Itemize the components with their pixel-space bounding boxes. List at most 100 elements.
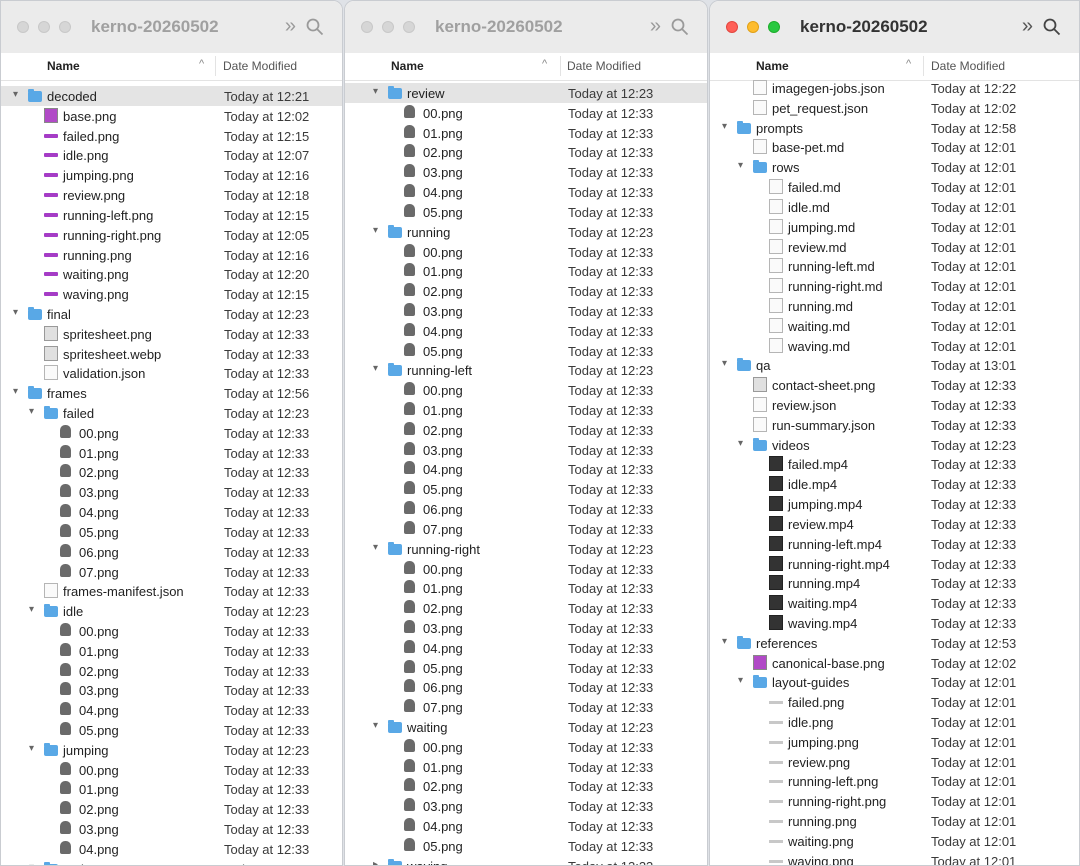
file-row[interactable]: waiting.png Today at 12:01	[710, 831, 1079, 851]
file-row[interactable]: 05.png Today at 12:33	[345, 341, 707, 361]
file-row[interactable]: running.mp4 Today at 12:33	[710, 573, 1079, 593]
folder-row[interactable]: ▾ frames Today at 12:56	[1, 383, 342, 403]
file-row[interactable]: running-right.mp4 Today at 12:33	[710, 554, 1079, 574]
file-row[interactable]: idle.png Today at 12:07	[1, 145, 342, 165]
disclosure-expanded-icon[interactable]: ▾	[722, 358, 732, 369]
disclosure-expanded-icon[interactable]: ▾	[373, 363, 383, 374]
file-row[interactable]: 03.png Today at 12:33	[345, 440, 707, 460]
file-row[interactable]: spritesheet.png Today at 12:33	[1, 324, 342, 344]
file-row[interactable]: running.png Today at 12:16	[1, 245, 342, 265]
file-row[interactable]: running-left.png Today at 12:15	[1, 205, 342, 225]
column-divider[interactable]	[215, 56, 216, 76]
zoom-window-icon[interactable]	[403, 21, 415, 33]
file-row[interactable]: 04.png Today at 12:33	[345, 816, 707, 836]
file-row[interactable]: 04.png Today at 12:33	[345, 638, 707, 658]
file-row[interactable]: frames-manifest.json Today at 12:33	[1, 581, 342, 601]
file-row[interactable]: 00.png Today at 12:33	[345, 559, 707, 579]
toolbar-overflow-icon[interactable]: »	[285, 15, 296, 38]
file-row[interactable]: 02.png Today at 12:33	[345, 420, 707, 440]
file-row[interactable]: 06.png Today at 12:33	[1, 542, 342, 562]
file-row[interactable]: 02.png Today at 12:33	[345, 281, 707, 301]
file-row[interactable]: 01.png Today at 12:33	[1, 779, 342, 799]
file-row[interactable]: 01.png Today at 12:33	[1, 443, 342, 463]
file-row[interactable]: 00.png Today at 12:33	[345, 242, 707, 262]
file-row[interactable]: 00.png Today at 12:33	[1, 760, 342, 780]
close-window-icon[interactable]	[361, 21, 373, 33]
file-row[interactable]: 03.png Today at 12:33	[345, 301, 707, 321]
folder-row[interactable]: ▾ failed Today at 12:23	[1, 403, 342, 423]
file-row[interactable]: 05.png Today at 12:33	[345, 479, 707, 499]
minimize-window-icon[interactable]	[38, 21, 50, 33]
file-row[interactable]: jumping.mp4 Today at 12:33	[710, 494, 1079, 514]
file-row[interactable]: contact-sheet.png Today at 12:33	[710, 375, 1079, 395]
folder-row[interactable]: ▾ review Today at 12:23	[1, 859, 342, 865]
folder-row[interactable]: ▾ review Today at 12:23	[345, 83, 707, 103]
file-row[interactable]: failed.png Today at 12:01	[710, 692, 1079, 712]
file-row[interactable]: 07.png Today at 12:33	[345, 519, 707, 539]
file-row[interactable]: 03.png Today at 12:33	[1, 482, 342, 502]
disclosure-expanded-icon[interactable]: ▾	[373, 720, 383, 731]
file-row[interactable]: 04.png Today at 12:33	[1, 700, 342, 720]
disclosure-collapsed-icon[interactable]: ▸	[373, 859, 383, 865]
date-column-header[interactable]: Date Modified	[223, 59, 297, 73]
file-row[interactable]: waving.png Today at 12:01	[710, 851, 1079, 865]
file-row[interactable]: review.png Today at 12:01	[710, 752, 1079, 772]
file-row[interactable]: waving.md Today at 12:01	[710, 336, 1079, 356]
file-row[interactable]: idle.mp4 Today at 12:33	[710, 474, 1079, 494]
file-row[interactable]: jumping.md Today at 12:01	[710, 217, 1079, 237]
close-window-icon[interactable]	[17, 21, 29, 33]
file-row[interactable]: 02.png Today at 12:33	[1, 462, 342, 482]
disclosure-expanded-icon[interactable]: ▾	[13, 307, 23, 318]
file-row[interactable]: run-summary.json Today at 12:33	[710, 415, 1079, 435]
search-icon[interactable]	[306, 18, 324, 36]
folder-row[interactable]: ▾ running Today at 12:23	[345, 222, 707, 242]
folder-row[interactable]: ▾ prompts Today at 12:58	[710, 118, 1079, 138]
file-row[interactable]: running.md Today at 12:01	[710, 296, 1079, 316]
file-row[interactable]: review.mp4 Today at 12:33	[710, 514, 1079, 534]
file-row[interactable]: 07.png Today at 12:33	[1, 562, 342, 582]
file-row[interactable]: 00.png Today at 12:33	[345, 103, 707, 123]
name-column-header[interactable]: Name	[47, 59, 80, 73]
file-row[interactable]: 00.png Today at 12:33	[1, 423, 342, 443]
minimize-window-icon[interactable]	[382, 21, 394, 33]
file-row[interactable]: 03.png Today at 12:33	[345, 618, 707, 638]
disclosure-expanded-icon[interactable]: ▾	[722, 636, 732, 647]
file-row[interactable]: running-right.md Today at 12:01	[710, 276, 1079, 296]
disclosure-expanded-icon[interactable]: ▾	[738, 438, 748, 449]
file-row[interactable]: 00.png Today at 12:33	[345, 737, 707, 757]
date-column-header[interactable]: Date Modified	[567, 59, 641, 73]
minimize-window-icon[interactable]	[747, 21, 759, 33]
file-row[interactable]: review.json Today at 12:33	[710, 395, 1079, 415]
file-row[interactable]: review.md Today at 12:01	[710, 237, 1079, 257]
folder-row[interactable]: ▾ running-right Today at 12:23	[345, 539, 707, 559]
folder-row[interactable]: ▾ final Today at 12:23	[1, 304, 342, 324]
file-row[interactable]: 05.png Today at 12:33	[1, 720, 342, 740]
file-row[interactable]: 06.png Today at 12:33	[345, 499, 707, 519]
file-row[interactable]: 05.png Today at 12:33	[345, 202, 707, 222]
file-row[interactable]: jumping.png Today at 12:01	[710, 732, 1079, 752]
file-row[interactable]: 04.png Today at 12:33	[345, 321, 707, 341]
disclosure-expanded-icon[interactable]: ▾	[373, 542, 383, 553]
file-row[interactable]: idle.md Today at 12:01	[710, 197, 1079, 217]
file-row[interactable]: 04.png Today at 12:33	[1, 502, 342, 522]
folder-row[interactable]: ▾ qa Today at 13:01	[710, 355, 1079, 375]
file-row[interactable]: failed.mp4 Today at 12:33	[710, 454, 1079, 474]
file-row[interactable]: 02.png Today at 12:33	[345, 598, 707, 618]
folder-row[interactable]: ▾ rows Today at 12:01	[710, 157, 1079, 177]
file-row[interactable]: 03.png Today at 12:33	[1, 819, 342, 839]
column-divider[interactable]	[560, 56, 561, 76]
column-divider[interactable]	[923, 56, 924, 76]
file-row[interactable]: waiting.md Today at 12:01	[710, 316, 1079, 336]
file-row[interactable]: failed.md Today at 12:01	[710, 177, 1079, 197]
close-window-icon[interactable]	[726, 21, 738, 33]
folder-row[interactable]: ▾ references Today at 12:53	[710, 633, 1079, 653]
file-row[interactable]: 03.png Today at 12:33	[1, 680, 342, 700]
disclosure-expanded-icon[interactable]: ▾	[29, 862, 39, 865]
file-row[interactable]: running-left.mp4 Today at 12:33	[710, 534, 1079, 554]
disclosure-expanded-icon[interactable]: ▾	[738, 675, 748, 686]
file-row[interactable]: 05.png Today at 12:33	[345, 658, 707, 678]
file-row[interactable]: waving.png Today at 12:15	[1, 284, 342, 304]
folder-row[interactable]: ▾ jumping Today at 12:23	[1, 740, 342, 760]
folder-row[interactable]: ▾ idle Today at 12:23	[1, 601, 342, 621]
file-row[interactable]: 01.png Today at 12:33	[345, 757, 707, 777]
